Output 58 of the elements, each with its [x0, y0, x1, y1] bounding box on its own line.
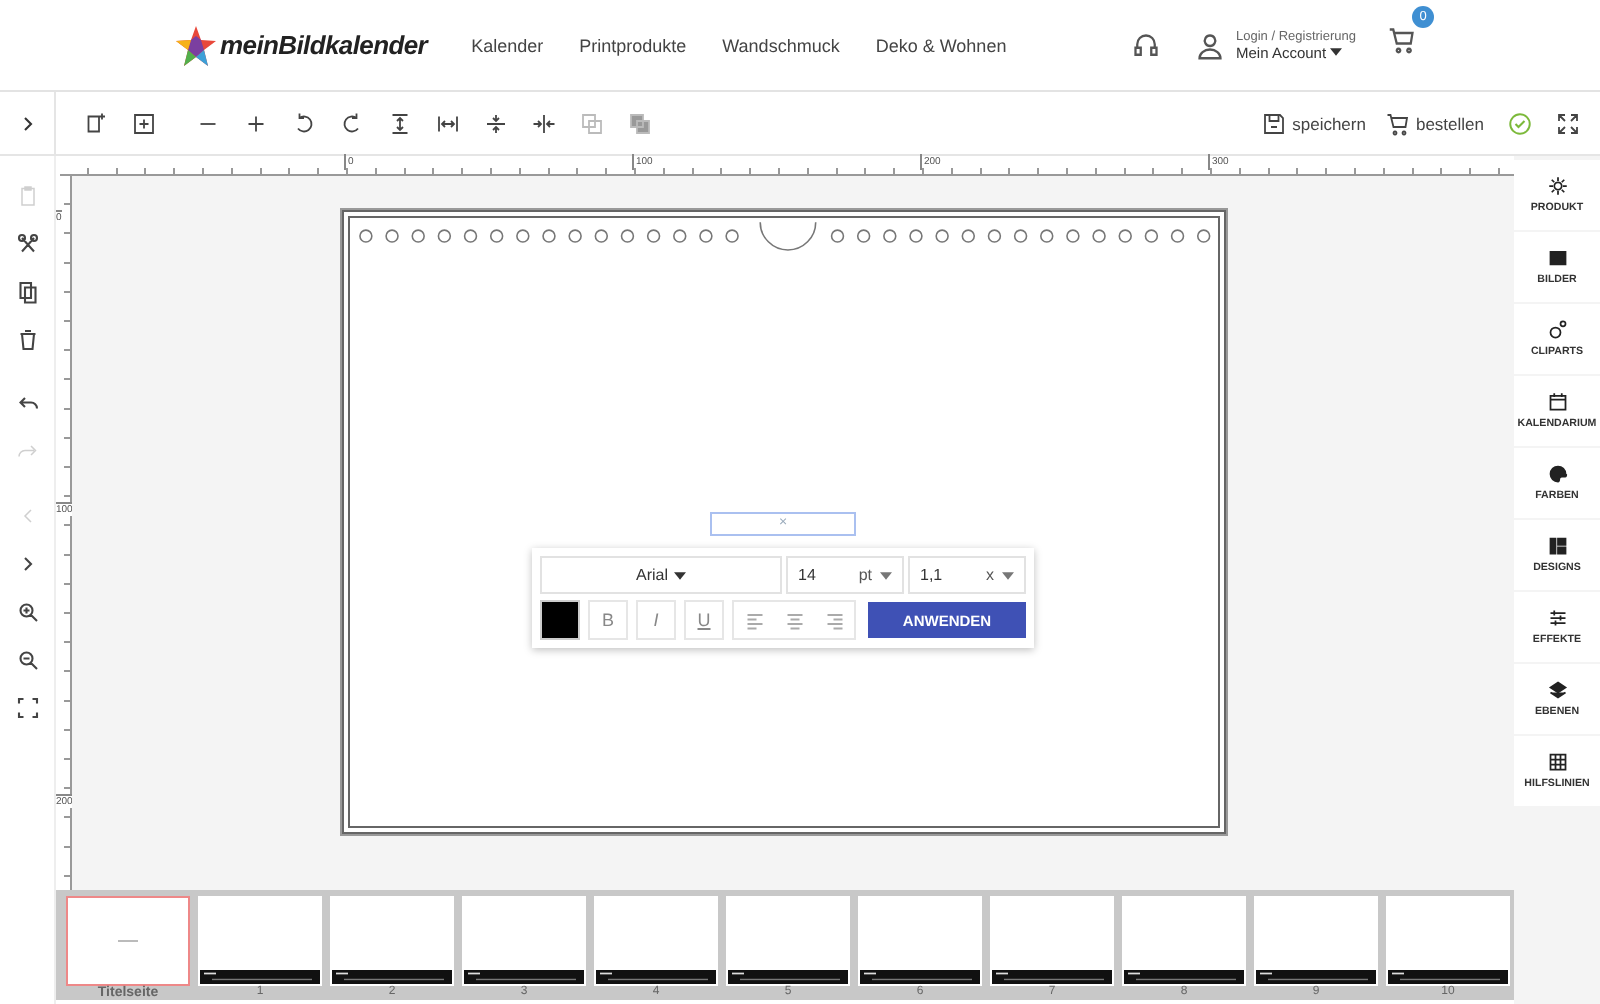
user-icon[interactable] — [1196, 31, 1225, 59]
width-icon — [436, 111, 460, 135]
calendar-grid-drawing — [464, 970, 584, 984]
calendar-grid-drawing — [992, 970, 1112, 984]
color-swatch[interactable] — [540, 600, 580, 640]
nav-link[interactable]: Deko & Wohnen — [875, 35, 1007, 55]
caret-icon — [674, 571, 686, 579]
calendar-grid-drawing — [596, 970, 716, 984]
order-button[interactable]: bestellen — [1365, 111, 1484, 135]
style-toggle[interactable]: U — [684, 600, 724, 640]
align-right-icon — [825, 611, 843, 629]
save-button[interactable]: speichern — [1242, 111, 1366, 135]
floppy-icon — [1262, 111, 1287, 135]
font-select[interactable]: Arial — [540, 556, 782, 594]
sliders-icon — [1547, 608, 1567, 628]
headset-icon[interactable] — [1132, 31, 1161, 59]
nav-link[interactable]: Wandschmuck — [722, 35, 840, 55]
layers-icon — [1547, 680, 1567, 700]
logo-icon — [176, 25, 216, 65]
calendar-grid-drawing — [1124, 970, 1244, 984]
line-height-select[interactable]: 1,1 x — [908, 556, 1026, 594]
center-icon — [532, 111, 556, 135]
calendar-grid-drawing — [200, 970, 320, 984]
layout-icon — [1547, 536, 1567, 556]
brand-name[interactable]: meinBildkalender — [220, 30, 428, 60]
palette-icon — [1547, 464, 1567, 484]
split-icon — [484, 111, 508, 135]
align-center-icon — [785, 611, 803, 629]
align-left-icon — [745, 611, 763, 629]
caret-icon — [880, 571, 892, 579]
calendar-grid-drawing — [1388, 970, 1508, 984]
style-toggle[interactable]: I — [636, 600, 676, 640]
cart-icon[interactable] — [1388, 26, 1416, 54]
rotate-right-icon — [340, 111, 364, 135]
send-back-icon — [628, 111, 652, 135]
bring-front-icon — [580, 111, 604, 135]
style-toggle[interactable]: B — [588, 600, 628, 640]
calendar-grid-drawing — [1256, 970, 1376, 984]
image-icon — [1547, 248, 1567, 268]
rotate-left-icon — [292, 111, 316, 135]
caret-icon — [1002, 571, 1014, 579]
size-select[interactable]: 14 pt — [786, 556, 904, 594]
nav-link[interactable]: Printprodukte — [579, 35, 687, 55]
nav-link[interactable]: Kalender — [471, 35, 544, 55]
calendar-grid-drawing — [728, 970, 848, 984]
calendar-grid-drawing — [860, 970, 980, 984]
calendar-icon — [1547, 392, 1567, 412]
align-middle-icon — [388, 111, 412, 135]
calendar-grid-drawing — [332, 970, 452, 984]
cart-icon — [1385, 111, 1410, 135]
caret-icon — [1330, 48, 1343, 56]
fullscreen-icon[interactable] — [1556, 111, 1580, 135]
grid-icon — [1547, 752, 1567, 772]
plus-icon — [244, 111, 268, 135]
check-icon[interactable] — [1508, 111, 1532, 135]
add-box-icon — [132, 111, 156, 135]
add-page-icon — [84, 111, 108, 135]
page-thumbnail[interactable] — [66, 896, 190, 986]
